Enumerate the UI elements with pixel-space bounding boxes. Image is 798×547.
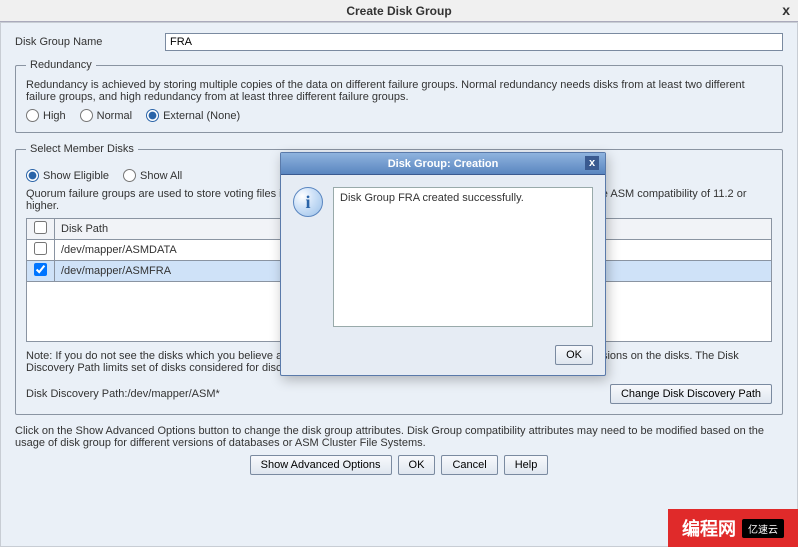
redundancy-external-label: External (None): [163, 110, 240, 122]
modal-body: i Disk Group FRA created successfully.: [281, 175, 605, 339]
modal-message: Disk Group FRA created successfully.: [333, 187, 593, 327]
window-titlebar: Create Disk Group x: [0, 0, 798, 22]
disk-row-checkbox[interactable]: [34, 263, 47, 276]
disk-group-name-label: Disk Group Name: [15, 36, 165, 48]
footer-button-row: Show Advanced Options OK Cancel Help: [15, 455, 783, 475]
redundancy-external-option[interactable]: External (None): [146, 109, 240, 122]
redundancy-normal-label: Normal: [97, 110, 132, 122]
disk-row-checkbox[interactable]: [34, 242, 47, 255]
redundancy-normal-radio[interactable]: [80, 109, 93, 122]
watermark-text: 编程网: [682, 515, 736, 541]
advanced-desc: Click on the Show Advanced Options butto…: [15, 425, 783, 449]
redundancy-legend: Redundancy: [26, 59, 96, 71]
show-all-label: Show All: [140, 170, 182, 182]
member-disks-legend: Select Member Disks: [26, 143, 138, 155]
show-advanced-options-button[interactable]: Show Advanced Options: [250, 455, 392, 475]
redundancy-high-option[interactable]: High: [26, 109, 66, 122]
modal-footer: OK: [281, 339, 605, 375]
redundancy-high-radio[interactable]: [26, 109, 39, 122]
window-title: Create Disk Group: [346, 4, 451, 18]
disk-table-header-checkbox-cell: [27, 219, 55, 240]
window-close-button[interactable]: x: [782, 2, 790, 18]
modal-ok-button[interactable]: OK: [555, 345, 593, 365]
show-eligible-option[interactable]: Show Eligible: [26, 169, 109, 182]
redundancy-external-radio[interactable]: [146, 109, 159, 122]
redundancy-fieldset: Redundancy Redundancy is achieved by sto…: [15, 59, 783, 133]
redundancy-high-label: High: [43, 110, 66, 122]
watermark: 编程网 亿速云: [668, 509, 798, 547]
help-button[interactable]: Help: [504, 455, 549, 475]
creation-modal: Disk Group: Creation x i Disk Group FRA …: [280, 152, 606, 376]
modal-title: Disk Group: Creation: [388, 158, 499, 170]
info-icon: i: [293, 187, 323, 217]
modal-titlebar: Disk Group: Creation x: [281, 153, 605, 175]
show-all-option[interactable]: Show All: [123, 169, 182, 182]
discovery-path-label: Disk Discovery Path:/dev/mapper/ASM*: [26, 388, 220, 400]
disk-table-select-all-checkbox[interactable]: [34, 221, 47, 234]
cancel-button[interactable]: Cancel: [441, 455, 497, 475]
redundancy-normal-option[interactable]: Normal: [80, 109, 132, 122]
change-discovery-path-button[interactable]: Change Disk Discovery Path: [610, 384, 772, 404]
disk-group-name-row: Disk Group Name: [15, 33, 783, 51]
modal-close-button[interactable]: x: [585, 156, 599, 170]
show-all-radio[interactable]: [123, 169, 136, 182]
show-eligible-radio[interactable]: [26, 169, 39, 182]
show-eligible-label: Show Eligible: [43, 170, 109, 182]
redundancy-desc: Redundancy is achieved by storing multip…: [26, 79, 772, 103]
ok-button[interactable]: OK: [398, 455, 436, 475]
redundancy-options: High Normal External (None): [26, 109, 772, 122]
watermark-side: 亿速云: [742, 519, 784, 538]
disk-group-name-input[interactable]: [165, 33, 783, 51]
discovery-path-row: Disk Discovery Path:/dev/mapper/ASM* Cha…: [26, 384, 772, 404]
